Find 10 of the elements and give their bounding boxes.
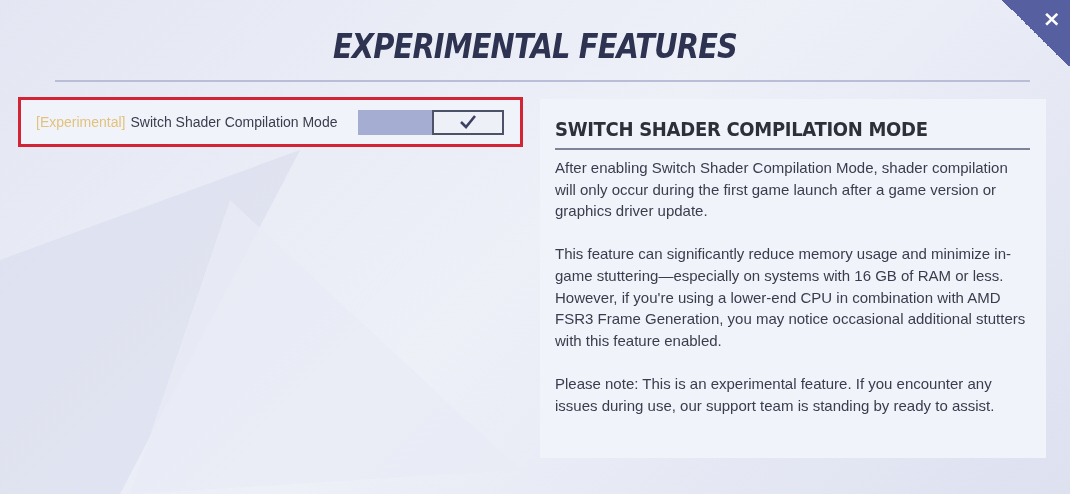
description-paragraph: After enabling Switch Shader Compilation Mode, shader compilation will only occur during the first game launch after a game version or graphics driver update. <box>555 158 1009 222</box>
setting-label: Switch Shader Compilation Mode <box>130 114 339 130</box>
experimental-tag: [Experimental] <box>36 114 126 130</box>
close-button[interactable]: × <box>1000 0 1070 66</box>
toggle-switch[interactable] <box>358 109 504 135</box>
description-paragraph: Please note: This is an experimental feature. If you encounter any issues during use, our support team is standing by ready to assist. <box>555 373 996 416</box>
description-paragraph: This feature can significantly reduce memory usage and minimize in-game stuttering—especially on systems with 16 GB of RAM or less. However, if you're using a lower-end CPU in combination with AMD FSR3 Frame Generation, you may notice occasional additional stutters with this feature enabled. <box>555 244 1027 351</box>
page-title: EXPERIMENTAL FEATURES <box>331 25 739 66</box>
panel-heading: SWITCH SHADER COMPILATION MODE <box>555 115 1030 150</box>
check-icon <box>460 115 476 129</box>
